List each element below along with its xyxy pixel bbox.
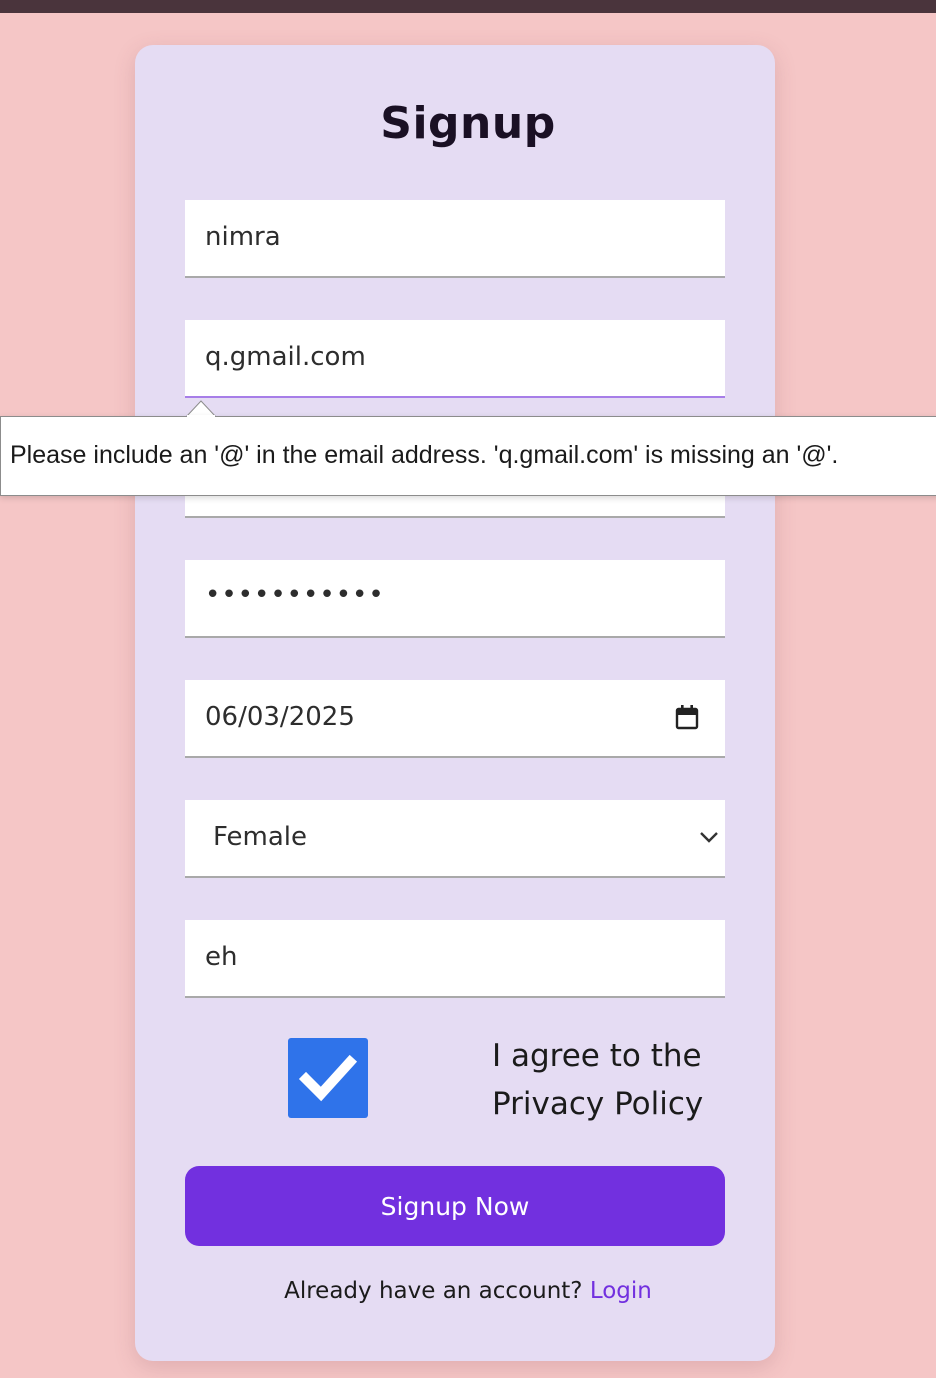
date-field[interactable]: 06/03/2025 [185,680,725,758]
checkmark-icon [298,1054,358,1102]
footer-text: Already have an account? [284,1278,583,1304]
chevron-down-icon [700,832,718,843]
calendar-icon[interactable] [675,704,699,730]
gender-select[interactable]: Female [185,800,725,878]
privacy-checkbox[interactable] [288,1038,368,1118]
login-prompt: Already have an account? Login [0,1278,936,1304]
signup-now-button[interactable]: Signup Now [185,1166,725,1246]
email-value: q.gmail.com [205,342,366,372]
username-field[interactable]: nimra [185,200,725,278]
password-field[interactable]: ••••••••••• [185,560,725,638]
tooltip-arrow-join [187,415,215,418]
validation-tooltip: Please include an '@' in the email addre… [0,416,936,496]
username-value: nimra [205,222,281,252]
extra-field[interactable]: eh [185,920,725,998]
browser-top-bar [0,0,936,13]
extra-value: eh [205,942,238,972]
login-link[interactable]: Login [590,1278,652,1304]
form-title: Signup [380,98,556,149]
privacy-label: I agree to the Privacy Policy [492,1032,732,1128]
date-value: 06/03/2025 [205,702,355,732]
validation-message: Please include an '@' in the email addre… [10,441,839,469]
privacy-label-line2: Privacy Policy [492,1086,704,1122]
gender-value: Female [213,822,308,852]
password-value: ••••••••••• [205,580,385,610]
privacy-label-line1: I agree to the [492,1038,702,1074]
email-field[interactable]: q.gmail.com [185,320,725,398]
